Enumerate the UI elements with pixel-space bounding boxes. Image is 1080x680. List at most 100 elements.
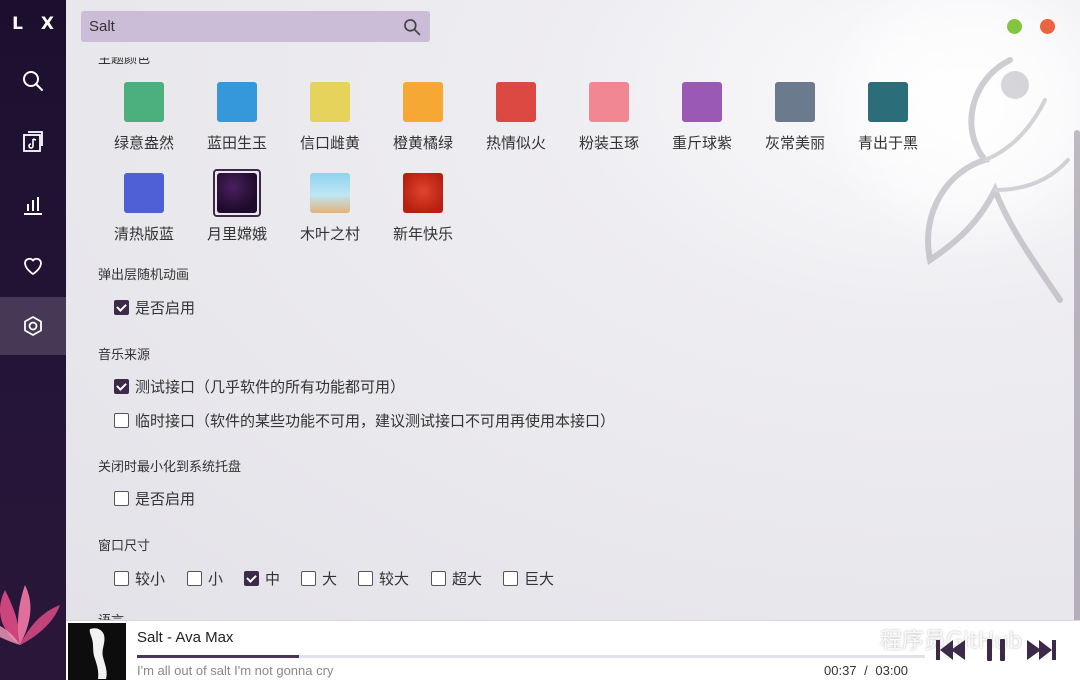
heart-icon [24, 257, 42, 275]
section-title-language: 语言 [98, 610, 124, 620]
theme-swatch-naruto [310, 173, 350, 213]
theme-label: 木叶之村 [299, 225, 360, 243]
sidebar-item-leaderboard[interactable] [0, 176, 66, 234]
theme-swatch [310, 82, 350, 122]
next-button[interactable] [1024, 637, 1058, 663]
app-logo: L X [12, 14, 60, 34]
sidebar-item-favorites[interactable] [0, 237, 66, 295]
window-size-option[interactable]: 小 [187, 568, 223, 589]
theme-option[interactable]: 木叶之村 [290, 169, 370, 244]
theme-option[interactable]: 重斤球紫 [662, 78, 742, 153]
settings-icon [24, 316, 42, 336]
search-icon[interactable] [402, 17, 422, 37]
theme-option[interactable]: 绿意盎然 [104, 78, 184, 153]
theme-swatch-new-year [403, 173, 443, 213]
chart-icon [24, 197, 42, 215]
option-label: 较小 [135, 570, 166, 588]
minimize-button[interactable] [1007, 19, 1022, 34]
close-button[interactable] [1040, 19, 1055, 34]
checkbox-unchecked [187, 571, 202, 586]
section-title-music-source: 音乐来源 [98, 348, 151, 363]
window-size-option[interactable]: 较大 [358, 568, 409, 589]
theme-swatch [403, 82, 443, 122]
theme-label: 绿意盎然 [113, 134, 174, 152]
theme-option[interactable]: 蓝田生玉 [197, 78, 277, 153]
theme-swatch [124, 173, 164, 213]
theme-swatch [682, 82, 722, 122]
section-title-tray: 关闭时最小化到系统托盘 [98, 460, 242, 475]
theme-label: 橙黄橘绿 [392, 134, 453, 152]
main-panel: 主题颜色 绿意盎然 蓝田生玉 信口雌黄 橙黄橘绿 热情似火 粉装玉琢 重斤球紫 … [66, 0, 1080, 620]
theme-option-selected[interactable]: 月里嫦娥 [197, 169, 277, 244]
theme-option[interactable]: 粉装玉琢 [569, 78, 649, 153]
theme-option[interactable]: 热情似火 [476, 78, 556, 153]
theme-option[interactable]: 灰常美丽 [755, 78, 835, 153]
theme-label: 信口雌黄 [299, 134, 360, 152]
scrollbar[interactable] [1074, 60, 1080, 620]
option-label: 小 [208, 570, 224, 588]
source-test-api-checkbox[interactable]: 测试接口（几乎软件的所有功能都可用） [114, 376, 405, 397]
theme-label: 重斤球紫 [671, 134, 732, 152]
window-size-option[interactable]: 超大 [431, 568, 482, 589]
search-icon [23, 71, 43, 91]
section-title-popup-animation: 弹出层随机动画 [98, 268, 190, 283]
theme-label: 蓝田生玉 [206, 134, 267, 152]
player-bar: Salt - Ava Max I'm all out of salt I'm n… [66, 620, 1080, 680]
pause-icon [987, 639, 1005, 661]
next-icon [1027, 640, 1056, 660]
theme-swatch [589, 82, 629, 122]
album-cover[interactable] [68, 623, 126, 680]
previous-button[interactable] [934, 637, 968, 663]
sidebar: L X [0, 0, 66, 680]
section-title-theme: 主题颜色 [98, 52, 151, 68]
theme-swatch [868, 82, 908, 122]
source-temp-api-checkbox[interactable]: 临时接口（软件的某些功能不可用，建议测试接口不可用再使用本接口） [114, 410, 615, 431]
lyric-line: I'm all out of salt I'm not gonna cry [137, 663, 334, 678]
song-title: Salt - Ava Max [137, 629, 234, 646]
theme-option[interactable]: 青出于黑 [848, 78, 928, 153]
theme-swatch [496, 82, 536, 122]
theme-label: 灰常美丽 [764, 134, 825, 152]
window-size-option[interactable]: 较小 [114, 568, 165, 589]
wechat-icon [846, 628, 874, 650]
checkbox-unchecked [503, 571, 518, 586]
window-size-option[interactable]: 巨大 [503, 568, 554, 589]
pause-button[interactable] [983, 637, 1009, 663]
option-label: 大 [322, 570, 338, 588]
sidebar-item-search[interactable] [0, 52, 66, 110]
option-label: 超大 [452, 570, 483, 588]
previous-icon [936, 640, 965, 660]
checkbox-unchecked [114, 413, 129, 428]
popup-animation-checkbox[interactable]: 是否启用 [114, 297, 195, 318]
current-time: 00:37 [824, 663, 857, 678]
checkbox-unchecked [431, 571, 446, 586]
tray-checkbox[interactable]: 是否启用 [114, 488, 195, 509]
option-label: 较大 [379, 570, 410, 588]
lotus-decoration [0, 585, 60, 645]
time-separator: / [864, 663, 868, 678]
theme-label: 新年快乐 [392, 225, 453, 243]
option-label: 是否启用 [135, 490, 196, 508]
theme-label: 粉装玉琢 [578, 134, 639, 152]
theme-option[interactable]: 清热版蓝 [104, 169, 184, 244]
sidebar-item-settings[interactable] [0, 297, 66, 355]
section-title-window-size: 窗口尺寸 [98, 539, 151, 554]
checkbox-unchecked [301, 571, 316, 586]
search-bar [81, 11, 430, 42]
theme-swatch [217, 82, 257, 122]
theme-option[interactable]: 新年快乐 [383, 169, 463, 244]
window-size-option[interactable]: 大 [301, 568, 337, 589]
album-art-image [68, 623, 126, 680]
checkbox-unchecked [114, 491, 129, 506]
sidebar-item-song-list[interactable] [0, 113, 66, 171]
window-size-option[interactable]: 中 [244, 568, 280, 589]
theme-option[interactable]: 橙黄橘绿 [383, 78, 463, 153]
option-label: 中 [265, 570, 281, 588]
progress-bar[interactable] [137, 655, 925, 658]
checkbox-checked [114, 379, 129, 394]
theme-swatch-moon [217, 173, 257, 213]
search-input[interactable] [89, 18, 402, 35]
theme-option[interactable]: 信口雌黄 [290, 78, 370, 153]
scrollbar-thumb[interactable] [1074, 130, 1080, 620]
total-time: 03:00 [875, 663, 908, 678]
